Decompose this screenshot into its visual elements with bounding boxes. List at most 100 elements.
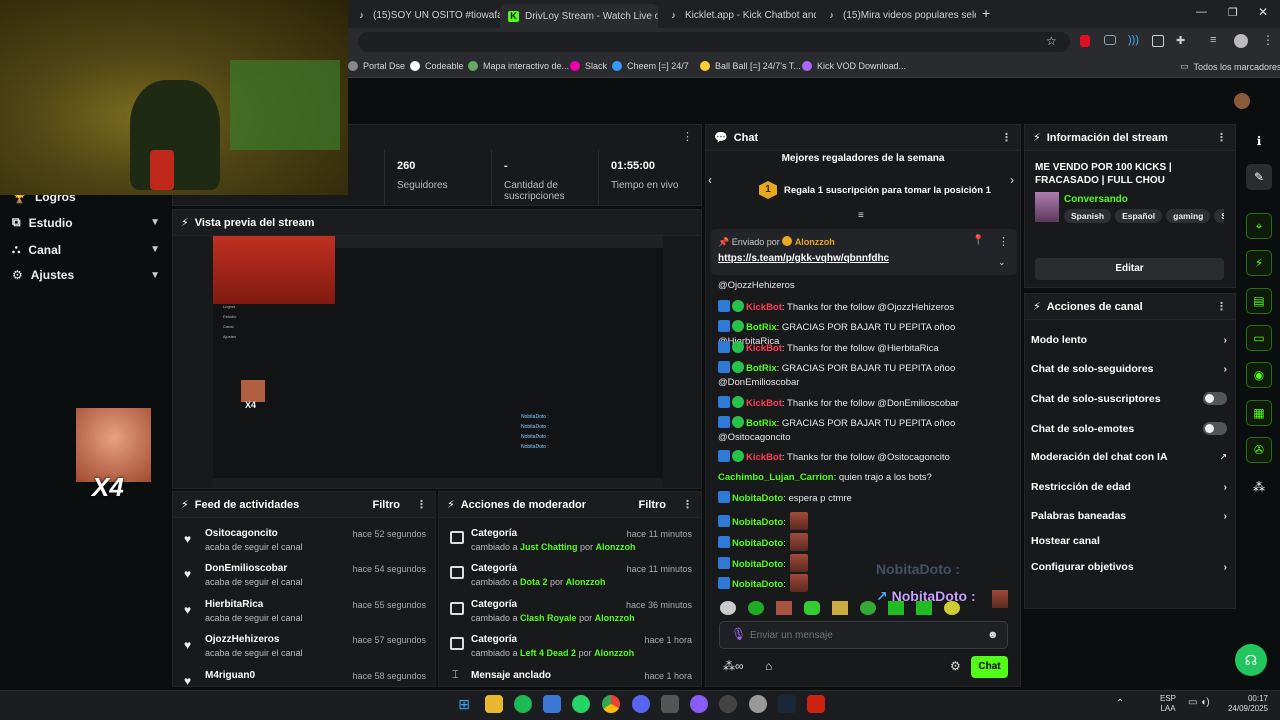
pin-icon[interactable]: 📍 bbox=[972, 235, 984, 246]
broadcast-icon[interactable]: ◉ bbox=[1246, 362, 1272, 388]
discord-icon[interactable] bbox=[632, 695, 650, 713]
chat-username[interactable]: KickBot bbox=[746, 398, 782, 409]
layout-icon[interactable]: ▦ bbox=[1246, 400, 1272, 426]
spotify-icon[interactable] bbox=[514, 695, 532, 713]
app-icon[interactable] bbox=[807, 695, 825, 713]
tag[interactable]: Shoo bbox=[1214, 209, 1224, 223]
profile-avatar[interactable] bbox=[1234, 34, 1248, 48]
action-subs-only[interactable]: Chat de solo-suscriptores bbox=[1031, 392, 1227, 405]
app-icon[interactable] bbox=[690, 695, 708, 713]
document-icon[interactable]: ▤ bbox=[1246, 288, 1272, 314]
whatsapp-icon[interactable] bbox=[572, 695, 590, 713]
stream-category[interactable]: Conversando bbox=[1064, 194, 1128, 205]
chevron-right-icon[interactable]: › bbox=[1010, 173, 1014, 187]
action-emotes-only[interactable]: Chat de solo-emotes bbox=[1031, 422, 1227, 435]
tag[interactable]: gaming bbox=[1166, 209, 1211, 223]
minimize-icon[interactable]: — bbox=[1196, 6, 1207, 18]
tag[interactable]: Español bbox=[1115, 209, 1163, 223]
sidebar-item-canal[interactable]: ⛬ Canal ▼ bbox=[12, 242, 160, 257]
user-avatar[interactable] bbox=[1234, 93, 1250, 109]
chat-username[interactable]: NobitaDoto bbox=[732, 579, 783, 590]
action-slow-mode[interactable]: Modo lento › bbox=[1031, 334, 1227, 346]
tools-icon[interactable]: ✇ bbox=[1246, 437, 1272, 463]
chat-username[interactable]: Cachimbo_Lujan_Carrion bbox=[718, 472, 834, 483]
chat-username[interactable]: BotRix bbox=[746, 363, 777, 374]
mod-filter-button[interactable]: Filtro bbox=[639, 499, 667, 511]
action-age-restriction[interactable]: Restricción de edad › bbox=[1031, 481, 1227, 493]
emoji-icon[interactable]: ☻ bbox=[987, 629, 999, 641]
pinned-menu-icon[interactable]: ⋮ bbox=[998, 235, 1009, 248]
browser-tab[interactable]: ♪(15)Mira videos populares sele✕ bbox=[818, 4, 976, 26]
stats-menu-icon[interactable]: ⋮ bbox=[682, 130, 693, 143]
chat-username[interactable]: KickBot bbox=[746, 343, 782, 354]
emote[interactable] bbox=[748, 601, 764, 615]
action-banned-words[interactable]: Palabras baneadas › bbox=[1031, 510, 1227, 522]
chat-settings-icon[interactable]: ⚙ bbox=[950, 659, 961, 673]
pencil-icon[interactable]: ✎ bbox=[1246, 164, 1272, 190]
close-window-icon[interactable]: ✕ bbox=[1258, 5, 1268, 19]
tag[interactable]: Spanish bbox=[1064, 209, 1112, 223]
app-icon[interactable] bbox=[719, 695, 737, 713]
pinned-link[interactable]: https://s.team/p/gkk-vqhw/qbnnfdhc bbox=[718, 253, 889, 264]
browser-tab[interactable]: ♪(15)SOY UN OSITO #tiowafa #✕ bbox=[348, 4, 500, 26]
send-chat-button[interactable]: Chat bbox=[971, 656, 1008, 678]
reading-list-icon[interactable]: ≡ bbox=[1210, 34, 1216, 46]
extension-icon[interactable]: ))) bbox=[1128, 34, 1139, 46]
lightning-icon[interactable]: ⚡ bbox=[1246, 250, 1272, 276]
subs-only-toggle[interactable] bbox=[1203, 392, 1227, 405]
steam-icon[interactable] bbox=[778, 695, 796, 713]
extension-icon[interactable] bbox=[1104, 35, 1116, 45]
photos-icon[interactable] bbox=[543, 695, 561, 713]
feed-menu-icon[interactable]: ⋮ bbox=[416, 498, 427, 511]
sidebar-item-ajustes[interactable]: ⚙ Ajustes ▼ bbox=[12, 268, 160, 282]
bookmark[interactable]: Slack bbox=[570, 61, 607, 71]
chat-username[interactable]: NobitaDoto bbox=[732, 538, 783, 549]
emote[interactable] bbox=[944, 601, 960, 615]
microphone-icon[interactable]: 🎙 bbox=[731, 627, 746, 641]
menu-icon[interactable]: ⋮ bbox=[1262, 33, 1274, 47]
chevron-down-icon[interactable]: ⌄ bbox=[998, 257, 1006, 268]
emote[interactable] bbox=[804, 601, 820, 615]
app-icon[interactable] bbox=[749, 695, 767, 713]
bookmark[interactable]: Portal Dse bbox=[348, 61, 405, 71]
bookmark[interactable]: Ball Ball [=] 24/7's T... bbox=[700, 61, 801, 71]
action-goals[interactable]: Configurar objetivos › bbox=[1031, 561, 1227, 573]
all-bookmarks[interactable]: ▭ Todos los marcadores bbox=[1180, 61, 1280, 72]
maximize-icon[interactable]: ❐ bbox=[1228, 6, 1238, 19]
target-icon[interactable]: ⌖ bbox=[1246, 213, 1272, 239]
emote[interactable] bbox=[832, 601, 848, 615]
puzzle-icon[interactable]: ✚ bbox=[1176, 34, 1185, 47]
users-icon[interactable]: ⁂∞ bbox=[723, 659, 744, 673]
emote[interactable] bbox=[888, 601, 904, 615]
browser-tab[interactable]: ♪Kicklet.app - Kick Chatbot and✕ bbox=[660, 4, 816, 26]
chat-username[interactable]: BotRix bbox=[746, 418, 777, 429]
app-icon[interactable] bbox=[661, 695, 679, 713]
chat-menu-icon[interactable]: ⋮ bbox=[1001, 131, 1012, 144]
chat-username[interactable]: NobitaDoto bbox=[732, 559, 783, 570]
file-explorer-icon[interactable] bbox=[485, 695, 503, 713]
action-followers-only[interactable]: Chat de solo-seguidores › bbox=[1031, 363, 1227, 375]
extension-icon[interactable] bbox=[1152, 35, 1164, 47]
chat-username[interactable]: KickBot bbox=[746, 452, 782, 463]
feed-filter-button[interactable]: Filtro bbox=[373, 499, 401, 511]
url-input[interactable] bbox=[358, 32, 1070, 52]
emote[interactable] bbox=[860, 601, 876, 615]
windows-start-icon[interactable]: ⊞ bbox=[455, 695, 473, 713]
bookmark[interactable]: Cheem [=] 24/7 bbox=[612, 61, 689, 71]
chat-icon[interactable]: ▭ bbox=[1246, 325, 1272, 351]
users-icon[interactable]: ⁂ bbox=[1246, 474, 1272, 500]
extension-icon[interactable] bbox=[1080, 35, 1090, 47]
chrome-icon[interactable] bbox=[602, 695, 620, 713]
chat-username[interactable]: BotRix bbox=[746, 322, 777, 333]
browser-tab-active[interactable]: KDrivLoy Stream - Watch Live on✕ bbox=[500, 4, 658, 28]
chat-username[interactable]: NobitaDoto bbox=[732, 493, 783, 504]
chevron-up-icon[interactable]: ⌃ bbox=[1116, 698, 1124, 709]
chat-username[interactable]: NobitaDoto bbox=[732, 517, 783, 528]
emote[interactable] bbox=[916, 601, 932, 615]
chevron-left-icon[interactable]: ‹ bbox=[708, 173, 712, 187]
gift-icon[interactable]: ⌂ bbox=[765, 659, 772, 673]
action-ai-moderation[interactable]: Moderación del chat con IA ↗ bbox=[1031, 451, 1227, 463]
emote[interactable] bbox=[776, 601, 792, 615]
bookmark[interactable]: Mapa interactivo de... bbox=[468, 61, 569, 71]
actions-menu-icon[interactable]: ⋮ bbox=[1216, 300, 1227, 313]
